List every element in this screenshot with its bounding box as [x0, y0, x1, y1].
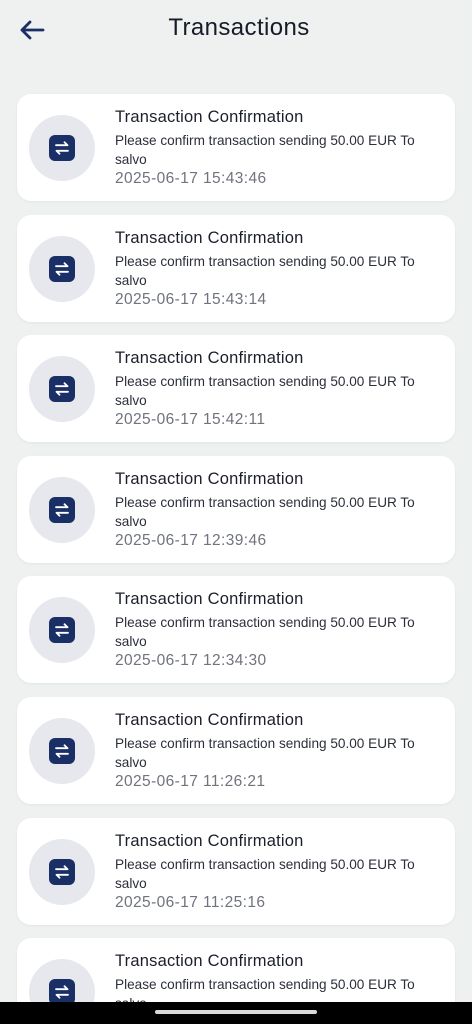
transaction-timestamp: 2025-06-17 12:39:46 [115, 531, 267, 549]
transaction-icon-badge [29, 717, 95, 784]
transaction-timestamp: 2025-06-17 11:26:21 [115, 772, 266, 790]
transaction-timestamp: 2025-06-17 11:25:16 [115, 893, 266, 911]
transaction-card[interactable]: Transaction Confirmation Please confirm … [17, 335, 455, 443]
transaction-icon-badge [29, 838, 95, 905]
transaction-title: Transaction Confirmation [115, 952, 304, 971]
transactions-screen: Transactions Transaction Confirmation Pl… [0, 0, 472, 1024]
transaction-icon-badge [29, 115, 95, 181]
transaction-title: Transaction Confirmation [115, 108, 304, 126]
transaction-icon-badge [29, 235, 95, 302]
transaction-card[interactable]: Transaction Confirmation Please confirm … [17, 214, 455, 322]
app-header: Transactions [0, 0, 472, 62]
transaction-title: Transaction Confirmation [115, 710, 304, 729]
swap-arrows-icon [55, 503, 69, 517]
transaction-timestamp: 2025-06-17 15:42:11 [115, 411, 266, 429]
page-title: Transactions [168, 14, 310, 41]
transaction-icon-badge [29, 476, 95, 543]
transaction-card[interactable]: Transaction Confirmation Please confirm … [17, 455, 455, 563]
transaction-timestamp: 2025-06-17 15:43:14 [115, 290, 267, 308]
swap-arrows-icon [55, 261, 69, 276]
transaction-card[interactable]: Transaction Confirmation Please confirm … [17, 817, 455, 925]
transaction-icon-badge [29, 597, 95, 664]
swap-arrows-icon [55, 985, 69, 999]
transaction-message: Please confirm transaction sending 50.00… [115, 253, 415, 288]
transaction-message: Please confirm transaction sending 50.00… [115, 374, 415, 409]
swap-arrows-icon [55, 864, 69, 879]
transaction-message: Please confirm transaction sending 50.00… [115, 735, 415, 770]
transaction-message: Please confirm transaction sending 50.00… [115, 856, 415, 891]
swap-arrows-icon [55, 141, 69, 155]
transaction-message: Please confirm transaction sending 50.00… [115, 133, 415, 167]
system-nav-bar [0, 1002, 472, 1024]
transaction-card[interactable]: Transaction Confirmation Please confirm … [17, 94, 455, 201]
transaction-card[interactable]: Transaction Confirmation Please confirm … [17, 696, 455, 804]
transaction-title: Transaction Confirmation [115, 831, 304, 850]
swap-arrows-icon [55, 382, 69, 396]
home-indicator[interactable] [155, 1010, 317, 1014]
transaction-timestamp: 2025-06-17 12:34:30 [115, 652, 267, 670]
transaction-icon-badge [29, 356, 95, 423]
swap-arrows-icon [55, 744, 69, 758]
transaction-title: Transaction Confirmation [115, 590, 304, 609]
transaction-title: Transaction Confirmation [115, 228, 304, 247]
transaction-message: Please confirm transaction sending 50.00… [115, 494, 415, 529]
transaction-title: Transaction Confirmation [115, 349, 304, 368]
transaction-message: Please confirm transaction sending 50.00… [115, 615, 415, 650]
transaction-timestamp: 2025-06-17 15:43:46 [115, 170, 267, 187]
transaction-list: Transaction Confirmation Please confirm … [17, 94, 455, 1024]
swap-arrows-icon [55, 623, 69, 638]
transaction-card[interactable]: Transaction Confirmation Please confirm … [17, 576, 455, 684]
transaction-title: Transaction Confirmation [115, 469, 304, 488]
